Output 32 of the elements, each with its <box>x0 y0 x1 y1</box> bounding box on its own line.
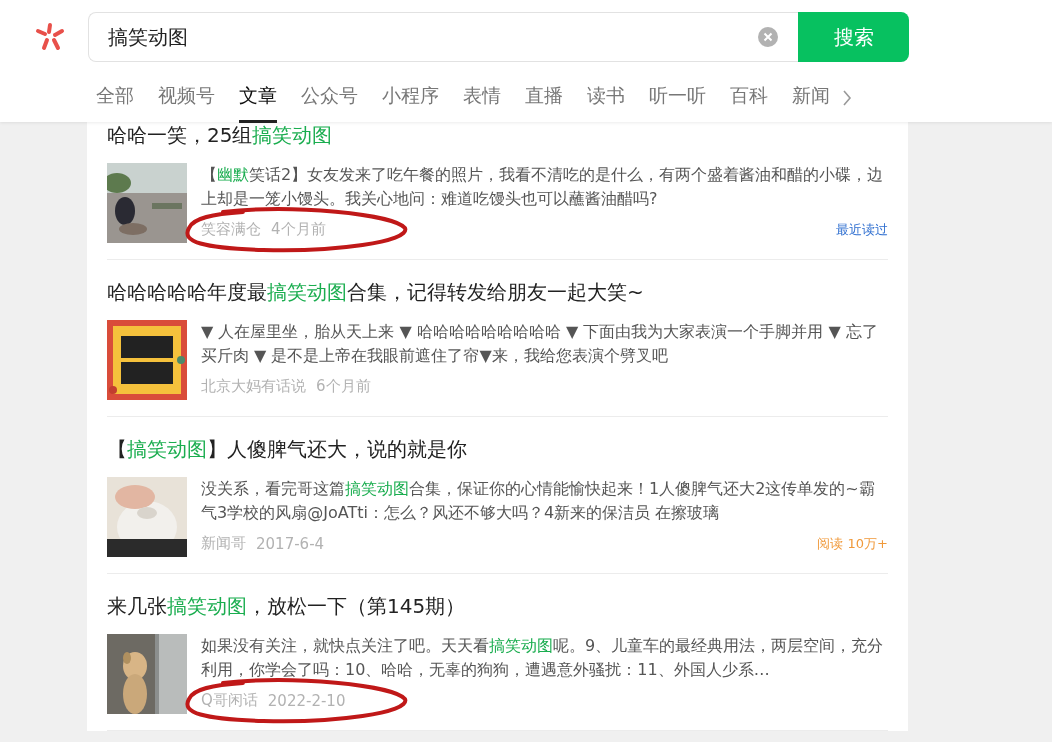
category-tab[interactable]: 读书 <box>587 73 625 123</box>
article-snippet: 如果没有关注，就快点关注了吧。天天看搞笑动图呢。9、儿童车的最经典用法，两层空间，充分利用，你学会了吗：10、哈哈，无辜的狗狗，遭遇意外骚扰：11、外国人少系… <box>201 635 885 681</box>
article-snippet: ▼ 人在屋里坐，胎从天上来 ▼ 哈哈哈哈哈哈哈哈哈 ▼ 下面由我为大家表演一个手脚并用 ▼ 忘了买斤肉 ▼ 是不是上帝在我眼前遮住了帘▼来，我给您表演个劈叉吧 <box>201 321 879 367</box>
article-tag: 阅读 10万+ <box>817 534 888 553</box>
clear-icon[interactable] <box>758 27 778 47</box>
category-tab[interactable]: 新闻 <box>792 73 830 123</box>
article-date: 4个月前 <box>271 220 326 239</box>
article-snippet: 没关系，看完哥这篇搞笑动图合集，保证你的心情能愉快起来！1人傻脾气还大2这传单发的~霸气3学校的风扇@JoATti：怎么？风还不够大吗？4新来的保洁员 在擦玻璃 <box>201 478 876 524</box>
category-tab[interactable]: 听一听 <box>649 73 706 123</box>
category-tab[interactable]: 表情 <box>463 73 501 123</box>
article-title[interactable]: 哈哈一笑，25组搞笑动图 <box>107 123 333 147</box>
article-title[interactable]: 【搞笑动图】人傻脾气还大，说的就是你 <box>107 437 467 461</box>
category-tab[interactable]: 公众号 <box>301 73 358 123</box>
article-date: 2022-2-10 <box>267 691 346 710</box>
article-source: 北京大妈有话说 <box>201 377 306 396</box>
article-source: 笑容满仓 <box>201 220 261 239</box>
search-button[interactable]: 搜索 <box>798 12 909 62</box>
chevron-right-icon[interactable] <box>842 89 852 107</box>
article-snippet: 【幽默笑话2】女友发来了吃午餐的照片，我看不清吃的是什么，有两个盛着酱油和醋的小碟，边上却是一笼小馒头。我关心地问：难道吃馒头也可以蘸酱油醋吗? <box>201 164 885 210</box>
category-tab[interactable]: 直播 <box>525 73 563 123</box>
category-tab[interactable]: 小程序 <box>382 73 439 123</box>
article-date: 6个月前 <box>316 377 371 396</box>
category-tab[interactable]: 视频号 <box>158 73 215 123</box>
category-tab[interactable]: 百科 <box>730 73 768 123</box>
article-source: 新闻哥 <box>201 534 246 553</box>
article-title[interactable]: 哈哈哈哈哈年度最搞笑动图合集，记得转发给朋友一起大笑~ <box>107 280 644 304</box>
article-title[interactable]: 来几张搞笑动图，放松一下（第145期） <box>107 594 466 618</box>
article-date: 2017-6-4 <box>256 534 325 553</box>
category-tab[interactable]: 全部 <box>96 73 134 123</box>
search-field[interactable]: 搞笑动图 <box>88 12 798 62</box>
article-source: Q哥闲话 <box>201 691 258 710</box>
article-tag: 最近读过 <box>836 220 888 239</box>
